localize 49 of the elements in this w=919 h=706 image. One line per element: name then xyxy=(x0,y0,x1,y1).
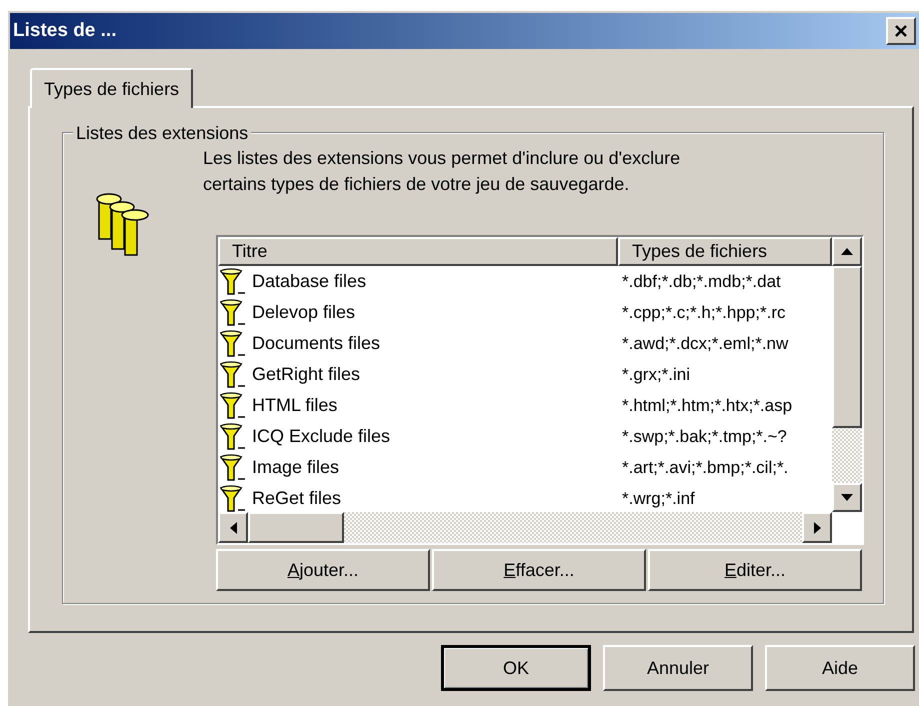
table-cell-text: GetRight files xyxy=(252,363,360,386)
table-cell-text: ReGet files xyxy=(252,487,342,510)
table-cell-text: Database files xyxy=(252,270,366,293)
down-arrow-icon xyxy=(841,494,853,501)
funnel-icon xyxy=(220,484,246,512)
dialog-button[interactable]: OK xyxy=(441,645,591,691)
dialog-button[interactable]: Annuler xyxy=(603,645,753,691)
table-cell-text: *.awd;*.dcx;*.eml;*.nw xyxy=(621,332,788,355)
tab[interactable]: Types de fichiers xyxy=(30,68,194,108)
funnel-icon xyxy=(220,422,246,450)
table-cell-text: *.dbf;*.db;*.mdb;*.dat xyxy=(621,270,781,293)
scroll-up-button[interactable] xyxy=(832,237,862,266)
table-cell-text: Documents files xyxy=(252,332,380,355)
funnel-icon xyxy=(220,360,246,388)
table-cell-text: *.html;*.htm;*.htx;*.asp xyxy=(621,394,792,417)
table-cell-text: Image files xyxy=(252,456,340,479)
table-cell-text: *.swp;*.bak;*.tmp;*.~? xyxy=(621,426,787,448)
table-cell-text: HTML files xyxy=(252,394,338,417)
left-arrow-icon xyxy=(230,522,236,534)
action-button[interactable]: Effacer... xyxy=(432,549,646,591)
table-cell-text: Delevop files xyxy=(252,301,356,324)
column-header[interactable]: Titre xyxy=(218,237,618,266)
table-cell-text: *.cpp;*.c;*.h;*.hpp;*.rc xyxy=(621,302,786,324)
scroll-thumb[interactable] xyxy=(832,266,862,428)
scroll-right-button[interactable] xyxy=(802,512,832,543)
table-cell-text: *.art;*.avi;*.bmp;*.cil;*. xyxy=(621,456,788,479)
table-cell-text: ICQ Exclude files xyxy=(252,425,390,448)
funnel-icon xyxy=(220,454,246,482)
scroll-left-button[interactable] xyxy=(218,512,248,543)
description-text: Les listes des extensions vous permet d'inclure ou d'exclure certains types de fichiers de votre jeu de sauvegarde. xyxy=(203,147,682,196)
funnel-icon xyxy=(220,392,246,420)
horizontal-scrollbar[interactable] xyxy=(218,512,832,543)
up-arrow-icon xyxy=(841,248,853,255)
close-button[interactable] xyxy=(886,17,916,45)
action-button[interactable]: Ajouter... xyxy=(216,549,430,591)
close-icon xyxy=(894,24,908,38)
scroll-thumb[interactable] xyxy=(248,512,344,543)
table-cell-text: *.grx;*.ini xyxy=(621,364,690,386)
vertical-scrollbar[interactable] xyxy=(832,237,862,512)
funnel-icon xyxy=(220,330,246,358)
table-cell-text: *.wrg;*.inf xyxy=(621,488,695,510)
action-button[interactable]: Editer... xyxy=(648,549,862,591)
funnel-icon xyxy=(220,268,246,296)
column-header[interactable]: Types de fichiers xyxy=(618,237,832,266)
dialog-button[interactable]: Aide xyxy=(765,645,915,691)
window-title: Listes de ... xyxy=(13,18,116,43)
scroll-down-button[interactable] xyxy=(832,483,862,512)
funnel-icon xyxy=(220,298,246,326)
right-arrow-icon xyxy=(814,522,820,534)
